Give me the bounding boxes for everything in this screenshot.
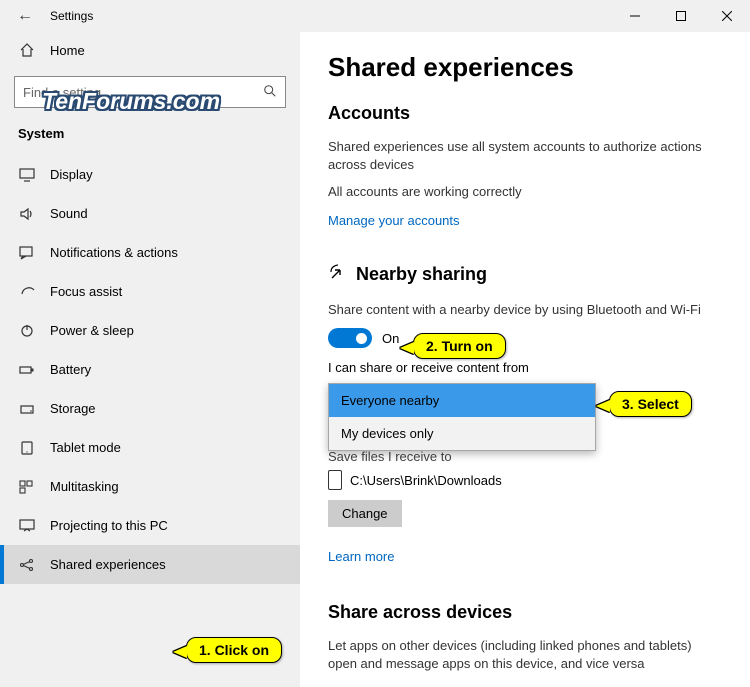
dropdown-option-everyone[interactable]: Everyone nearby: [329, 384, 595, 417]
nearby-share-icon: [328, 262, 348, 287]
sidebar: TenForums.com Home Find a setting System…: [0, 32, 300, 687]
shared-experiences-icon: [18, 558, 36, 572]
sidebar-item-label: Focus assist: [50, 284, 122, 299]
sidebar-item-label: Shared experiences: [50, 557, 166, 572]
sidebar-item-tablet-mode[interactable]: Tablet mode: [0, 428, 300, 467]
save-path: C:\Users\Brink\Downloads: [350, 473, 502, 488]
power-icon: [18, 324, 36, 338]
maximize-button[interactable]: [658, 0, 704, 32]
close-button[interactable]: [704, 0, 750, 32]
sidebar-item-notifications[interactable]: Notifications & actions: [0, 233, 300, 272]
accounts-status: All accounts are working correctly: [328, 183, 722, 201]
notifications-icon: [18, 246, 36, 260]
accounts-desc: Shared experiences use all system accoun…: [328, 138, 722, 173]
sidebar-item-label: Multitasking: [50, 479, 119, 494]
minimize-button[interactable]: [612, 0, 658, 32]
back-button[interactable]: ←: [0, 7, 50, 25]
titlebar: ← Settings: [0, 0, 750, 32]
callout-3: 3. Select: [609, 391, 692, 417]
change-button[interactable]: Change: [328, 500, 402, 527]
projecting-icon: [18, 519, 36, 533]
callout-1: 1. Click on: [186, 637, 282, 663]
sidebar-item-label: Notifications & actions: [50, 245, 178, 260]
search-icon: [263, 84, 277, 101]
sidebar-item-battery[interactable]: Battery: [0, 350, 300, 389]
share-across-desc: Let apps on other devices (including lin…: [328, 637, 722, 672]
sidebar-item-label: Sound: [50, 206, 88, 221]
sidebar-item-label: Display: [50, 167, 93, 182]
display-icon: [18, 168, 36, 182]
sidebar-item-projecting[interactable]: Projecting to this PC: [0, 506, 300, 545]
accounts-heading: Accounts: [328, 103, 722, 124]
window-title: Settings: [50, 9, 93, 23]
nearby-heading: Nearby sharing: [328, 262, 722, 287]
share-from-dropdown[interactable]: Everyone nearby My devices only: [328, 383, 596, 451]
sound-icon: [18, 207, 36, 221]
device-icon: [328, 470, 342, 490]
sidebar-item-label: Power & sleep: [50, 323, 134, 338]
learn-more-link[interactable]: Learn more: [328, 549, 394, 564]
sidebar-item-label: Tablet mode: [50, 440, 121, 455]
tablet-icon: [18, 441, 36, 455]
content-area: Shared experiences Accounts Shared exper…: [300, 32, 750, 687]
sidebar-item-label: Battery: [50, 362, 91, 377]
sidebar-item-focus-assist[interactable]: Focus assist: [0, 272, 300, 311]
nearby-toggle[interactable]: [328, 328, 372, 348]
sidebar-category: System: [0, 118, 300, 155]
dropdown-option-my-devices[interactable]: My devices only: [329, 417, 595, 450]
sidebar-item-label: Projecting to this PC: [50, 518, 168, 533]
search-input[interactable]: Find a setting: [14, 76, 286, 108]
search-placeholder: Find a setting: [23, 85, 263, 100]
share-across-heading: Share across devices: [328, 602, 722, 623]
sidebar-item-storage[interactable]: Storage: [0, 389, 300, 428]
nearby-heading-text: Nearby sharing: [356, 264, 487, 285]
sidebar-item-shared-experiences[interactable]: Shared experiences: [0, 545, 300, 584]
nearby-toggle-label: On: [382, 331, 399, 346]
sidebar-item-label: Storage: [50, 401, 96, 416]
storage-icon: [18, 402, 36, 416]
sidebar-item-multitasking[interactable]: Multitasking: [0, 467, 300, 506]
home-icon: [18, 42, 36, 58]
nav-home[interactable]: Home: [0, 32, 300, 68]
share-from-label: I can share or receive content from: [328, 360, 722, 375]
sidebar-item-display[interactable]: Display: [0, 155, 300, 194]
sidebar-item-power-sleep[interactable]: Power & sleep: [0, 311, 300, 350]
battery-icon: [18, 363, 36, 377]
callout-2: 2. Turn on: [413, 333, 506, 359]
nearby-desc: Share content with a nearby device by us…: [328, 301, 722, 319]
nav-home-label: Home: [50, 43, 85, 58]
focus-assist-icon: [18, 285, 36, 299]
multitasking-icon: [18, 480, 36, 494]
sidebar-item-sound[interactable]: Sound: [0, 194, 300, 233]
page-title: Shared experiences: [328, 52, 722, 83]
manage-accounts-link[interactable]: Manage your accounts: [328, 213, 460, 228]
save-files-label: Save files I receive to: [328, 449, 722, 464]
